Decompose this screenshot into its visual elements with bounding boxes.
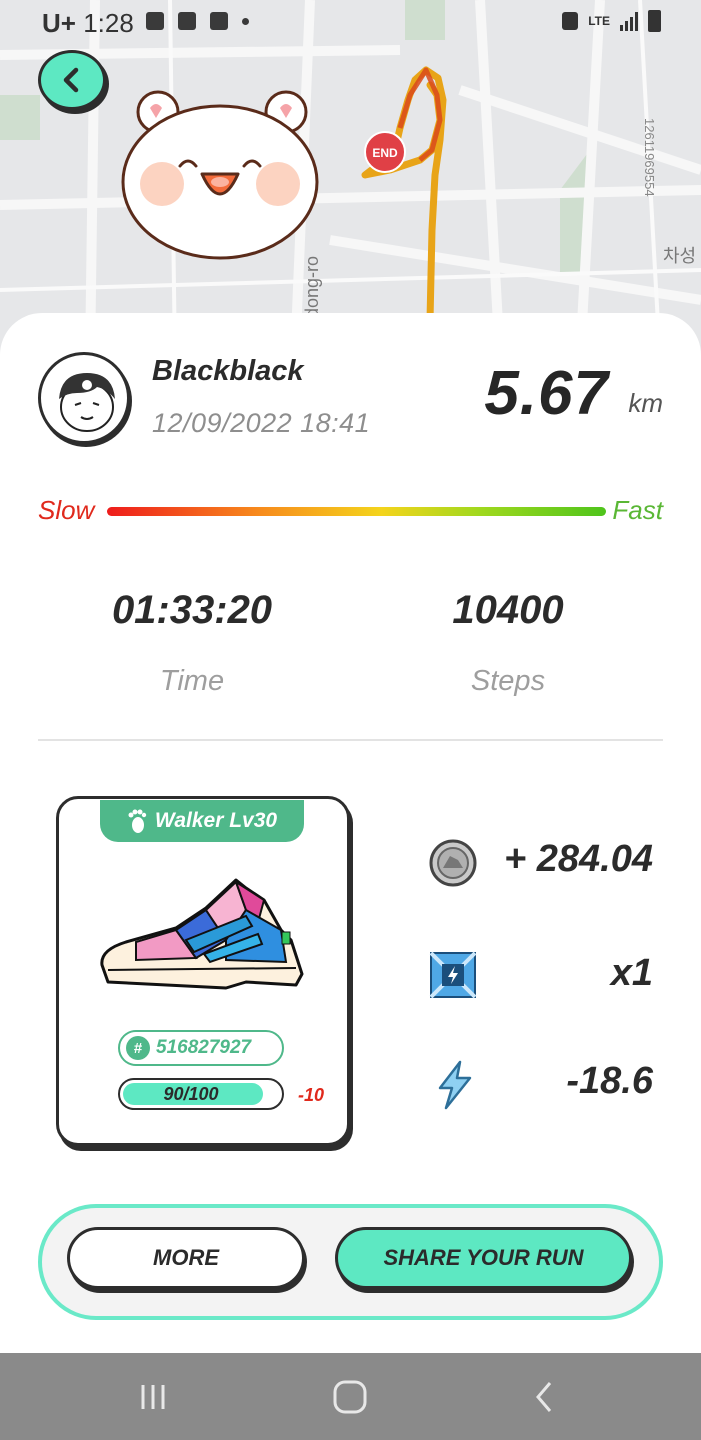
speed-gradient-bar: [107, 507, 606, 516]
steps-value: 10400: [452, 588, 564, 632]
status-right: LTE: [562, 10, 661, 32]
more-dot-icon: [242, 18, 249, 25]
fast-label: Fast: [612, 495, 663, 525]
recent-apps-icon: [141, 1384, 165, 1409]
more-button[interactable]: MORE: [67, 1227, 305, 1289]
end-marker-label: END: [372, 146, 398, 160]
clock: 1:28: [83, 8, 134, 38]
hash-icon: #: [126, 1036, 150, 1060]
username: Blackblack: [152, 355, 304, 387]
network-type: LTE: [588, 14, 610, 28]
run-datetime: 12/09/2022 18:41: [152, 408, 371, 438]
coin-reward-value: + 284.04: [504, 838, 653, 880]
mystery-box-icon: [429, 951, 477, 999]
energy-value: -18.6: [566, 1060, 653, 1102]
sneaker-image: [100, 878, 304, 990]
system-nav-bar: [0, 1353, 701, 1440]
home-icon: [333, 1380, 367, 1413]
status-bar: U+ 1:28 LTE: [0, 0, 701, 44]
gallery-icon: [178, 12, 196, 30]
divider: [38, 739, 663, 741]
time-label: Time: [159, 665, 225, 697]
status-time: U+ 1:28: [42, 8, 134, 39]
home-button[interactable]: [310, 1353, 390, 1440]
level-label: Walker Lv30: [154, 809, 278, 832]
durability-text: 90/100: [163, 1084, 219, 1104]
sneaker-id: 516827927: [156, 1037, 252, 1058]
footprint-icon: [128, 809, 147, 833]
slow-label: Slow: [38, 495, 95, 525]
level-badge: Walker Lv30: [100, 800, 304, 842]
share-run-button[interactable]: SHARE YOUR RUN: [335, 1227, 632, 1289]
steps-label: Steps: [470, 665, 546, 697]
carrier-label: U+: [42, 8, 76, 38]
box-reward-value: x1: [610, 952, 653, 994]
durability-loss: -10: [298, 1085, 325, 1105]
signal-icon: [620, 11, 638, 31]
chevron-left-icon: [63, 67, 79, 93]
distance-unit: km: [628, 388, 663, 418]
avatar[interactable]: [38, 352, 130, 444]
time-value: 01:33:20: [111, 588, 273, 632]
map-vertical-number: 12611969554: [642, 118, 657, 197]
recycle-icon: [562, 12, 579, 30]
sneaker-id-pill: # 516827927: [118, 1030, 284, 1066]
recent-apps-button[interactable]: [113, 1353, 193, 1440]
notification-icons: [146, 12, 249, 30]
back-chevron-icon: [536, 1381, 552, 1412]
back-button[interactable]: [38, 50, 106, 110]
route-map[interactable]: dong-ro 차성 12611969554 END: [0, 0, 701, 360]
flag-icon: [210, 12, 228, 30]
system-back-button[interactable]: [505, 1353, 585, 1440]
battery-icon: [648, 10, 661, 32]
bear-mascot-icon: [121, 90, 319, 260]
durability-bar: 90/100: [118, 1078, 284, 1110]
running-coin-icon: [429, 839, 477, 887]
distance-value: 5.67: [484, 359, 609, 428]
map-side-label: 차성: [663, 246, 696, 267]
lightning-icon: [438, 1060, 472, 1110]
map-road-label: dong-ro: [302, 256, 322, 318]
notification-icon: [146, 12, 164, 30]
